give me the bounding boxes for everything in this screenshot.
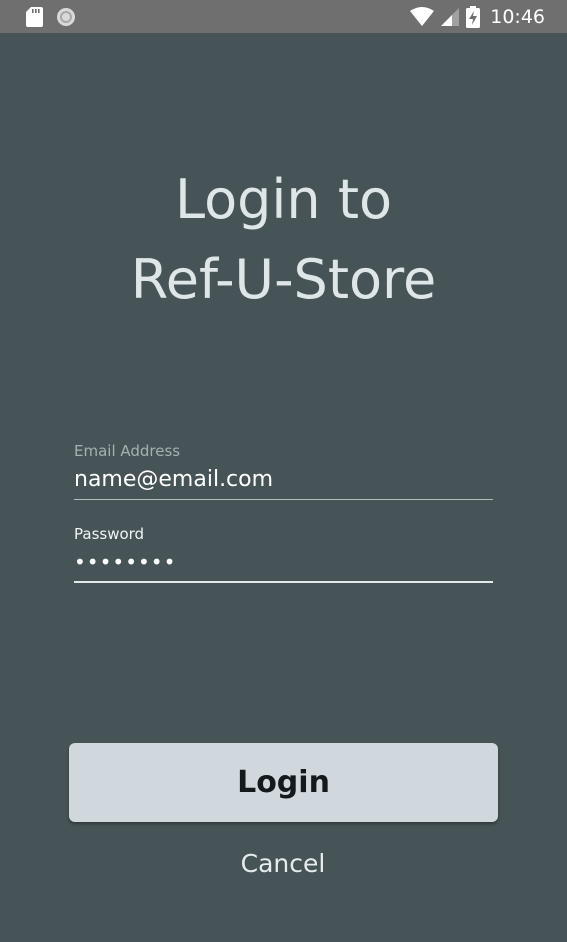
- status-bar: 10:46: [0, 0, 567, 33]
- title-line-2: Ref-U-Store: [130, 248, 437, 311]
- email-field: Email Address: [74, 442, 493, 500]
- wifi-icon: [410, 6, 435, 27]
- battery-charging-icon: [466, 5, 481, 28]
- cancel-button[interactable]: Cancel: [183, 840, 383, 886]
- password-input[interactable]: [74, 543, 493, 583]
- title-line-1: Login to: [174, 168, 393, 231]
- email-input[interactable]: [74, 460, 493, 500]
- login-button[interactable]: Login: [69, 743, 498, 822]
- status-bar-notifications: [26, 6, 76, 28]
- email-label: Email Address: [74, 442, 181, 460]
- password-field: Password: [74, 525, 493, 583]
- cell-signal-icon: [440, 7, 460, 27]
- password-label: Password: [74, 525, 145, 543]
- clock: 10:46: [490, 5, 545, 28]
- login-screen: 10:46 Login to Ref-U-Store Email Address…: [0, 0, 567, 942]
- sync-icon: [56, 7, 76, 27]
- page-title: Login to Ref-U-Store: [0, 160, 567, 320]
- sd-card-icon: [26, 7, 43, 27]
- status-bar-system: 10:46: [410, 4, 545, 29]
